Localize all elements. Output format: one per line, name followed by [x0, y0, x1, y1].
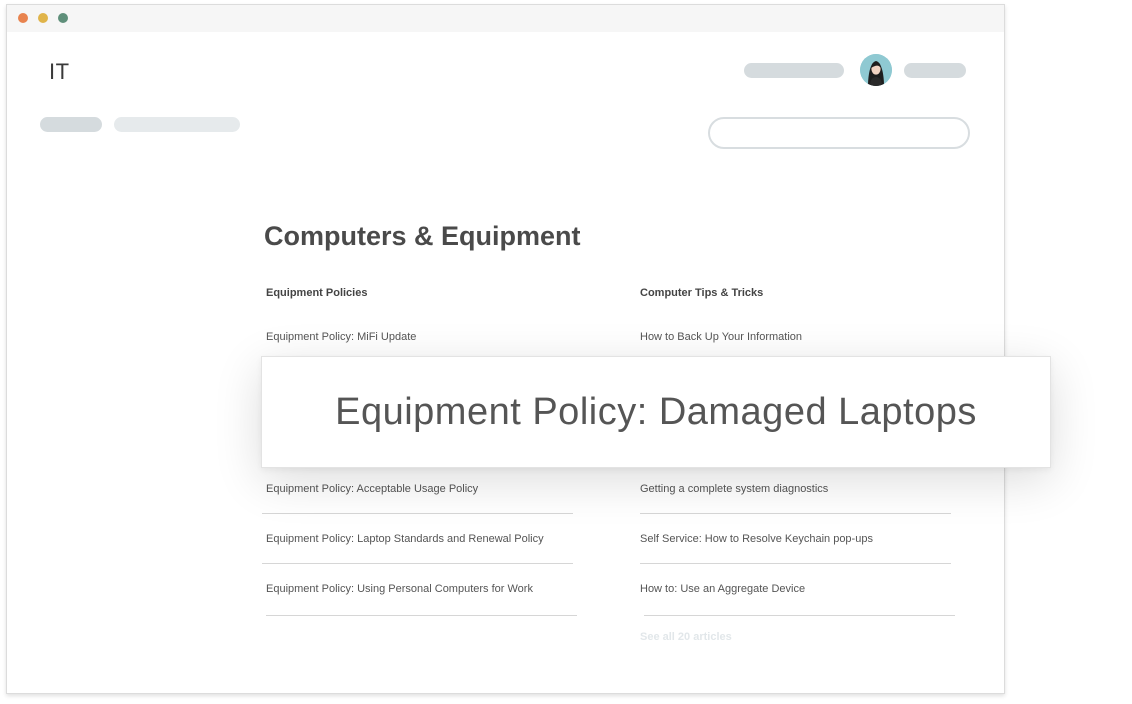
divider — [640, 563, 951, 564]
divider — [262, 513, 573, 514]
article-link[interactable]: How to Back Up Your Information — [640, 331, 802, 343]
divider — [640, 513, 951, 514]
article-link[interactable]: Equipment Policy: Using Personal Compute… — [266, 583, 533, 595]
article-link[interactable]: Equipment Policy: Laptop Standards and R… — [266, 533, 544, 545]
browser-window: IT Computers & Equipment Equipment Polic… — [6, 4, 1005, 694]
title-bar — [7, 5, 1004, 32]
article-link[interactable]: Equipment Policy: Acceptable Usage Polic… — [266, 483, 478, 495]
breadcrumb-section-placeholder[interactable] — [114, 117, 240, 132]
article-link[interactable]: Getting a complete system diagnostics — [640, 483, 828, 495]
article-link[interactable]: How to: Use an Aggregate Device — [640, 583, 805, 595]
highlighted-article-card[interactable]: Equipment Policy: Damaged Laptops — [261, 356, 1051, 468]
search-input[interactable] — [708, 117, 970, 149]
column-title-equipment-policies[interactable]: Equipment Policies — [266, 287, 367, 299]
page-title: Computers & Equipment — [264, 221, 581, 251]
user-portrait-icon — [860, 54, 892, 86]
breadcrumb-home-placeholder[interactable] — [40, 117, 102, 132]
avatar[interactable] — [860, 54, 892, 86]
divider — [266, 615, 577, 616]
see-all-articles-link[interactable]: See all 20 articles — [640, 631, 732, 643]
divider — [644, 615, 955, 616]
close-window-icon[interactable] — [18, 13, 28, 23]
minimize-window-icon[interactable] — [38, 13, 48, 23]
column-title-computer-tips[interactable]: Computer Tips & Tricks — [640, 287, 763, 299]
brand-logo[interactable]: IT — [49, 59, 70, 85]
highlighted-article-title: Equipment Policy: Damaged Laptops — [335, 390, 977, 433]
article-link[interactable]: Equipment Policy: MiFi Update — [266, 331, 416, 343]
header-nav-placeholder[interactable] — [744, 63, 844, 78]
zoom-window-icon[interactable] — [58, 13, 68, 23]
article-link[interactable]: Self Service: How to Resolve Keychain po… — [640, 533, 873, 545]
divider — [262, 563, 573, 564]
header-username-placeholder[interactable] — [904, 63, 966, 78]
